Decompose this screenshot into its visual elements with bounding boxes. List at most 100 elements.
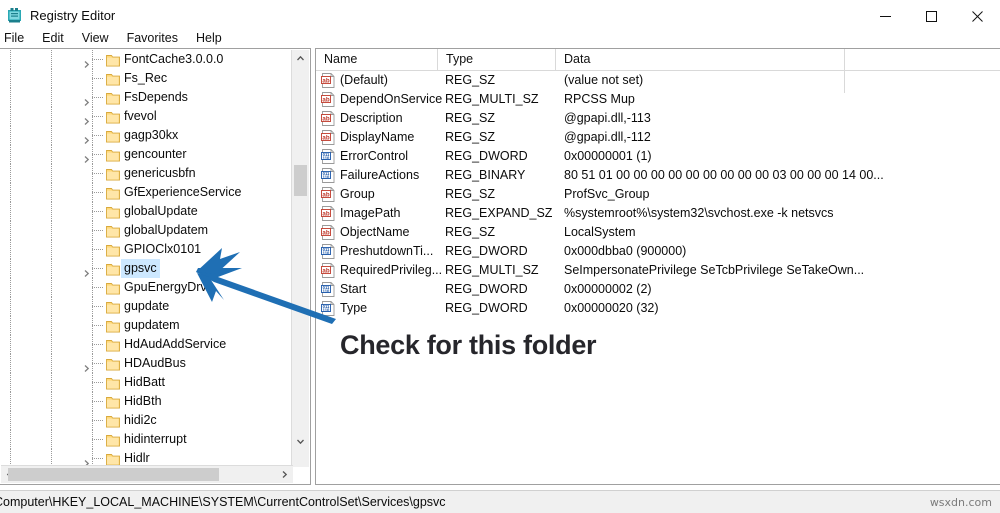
tree-item-label: Fs_Rec <box>124 71 168 85</box>
tree-guide-stub <box>92 249 103 250</box>
table-row[interactable]: 011 110 Type REG_DWORD 0x00000020 (32) <box>316 299 1000 318</box>
tree-item-gpuenergydrv[interactable]: GpuEnergyDrv <box>0 278 294 297</box>
tree-item-globalupdatem[interactable]: globalUpdatem <box>0 221 294 240</box>
tree-item-globalupdate[interactable]: globalUpdate <box>0 202 294 221</box>
tree-guide-stub <box>92 230 103 231</box>
tree-item-fvevol[interactable]: fvevol <box>0 107 294 126</box>
tree-item-label: gpsvc <box>121 259 160 278</box>
folder-icon <box>106 243 120 257</box>
expand-chevron-icon[interactable] <box>82 93 91 106</box>
tree-guide-stub <box>92 306 103 307</box>
column-header-data[interactable]: Data <box>556 49 844 70</box>
value-type: REG_MULTI_SZ <box>445 92 539 106</box>
tree-item-genericusbfn[interactable]: genericusbfn <box>0 164 294 183</box>
table-row[interactable]: ab DisplayName REG_SZ @gpapi.dll,-112 <box>316 128 1000 147</box>
tree-item-gencounter[interactable]: gencounter <box>0 145 294 164</box>
svg-text:ab: ab <box>322 267 329 274</box>
scroll-down-button[interactable] <box>292 433 309 450</box>
tree-item-label: genericusbfn <box>124 166 196 180</box>
tree-guide <box>51 164 52 183</box>
tree-item-gupdatem[interactable]: gupdatem <box>0 316 294 335</box>
table-row[interactable]: ab ImagePath REG_EXPAND_SZ %systemroot%\sys… <box>316 204 1000 223</box>
scroll-up-button[interactable] <box>292 50 309 67</box>
tree-item-gpsvc[interactable]: gpsvc <box>0 259 294 278</box>
menu-view[interactable]: View <box>73 28 118 48</box>
tree-item-gagp30kx[interactable]: gagp30kx <box>0 126 294 145</box>
tree-guide-stub <box>92 287 103 288</box>
table-row[interactable]: 011 110 Start REG_DWORD 0x00000002 (2) <box>316 280 1000 299</box>
tree-guide <box>51 88 52 107</box>
folder-icon <box>106 319 120 333</box>
tree-item-label: GPIOClx0101 <box>124 242 202 256</box>
tree-horizontal-scrollbar[interactable] <box>1 465 293 483</box>
tree-guide-stub <box>92 154 103 155</box>
minimize-icon <box>879 11 891 22</box>
tree-item-gfexperienceservice[interactable]: GfExperienceService <box>0 183 294 202</box>
expand-chevron-icon[interactable] <box>82 454 91 467</box>
binary-value-icon: 011 110 <box>321 282 336 297</box>
tree-guide <box>10 411 11 430</box>
tree-guide <box>10 373 11 392</box>
tree-scrollbar-thumb[interactable] <box>294 165 307 196</box>
registry-values-panel[interactable]: Name Type Data ab (Default) REG_SZ (value n… <box>315 48 1000 485</box>
value-type: REG_DWORD <box>445 244 528 258</box>
value-type: REG_SZ <box>445 111 496 125</box>
tree-item-fsdepends[interactable]: FsDepends <box>0 88 294 107</box>
menu-favorites[interactable]: Favorites <box>118 28 187 48</box>
expand-chevron-icon[interactable] <box>82 359 91 372</box>
expand-chevron-icon[interactable] <box>82 150 91 163</box>
tree-guide-stub <box>92 97 103 98</box>
folder-icon <box>106 376 120 390</box>
tree-item-label: HDAudBus <box>124 356 186 370</box>
tree-item-fs-rec[interactable]: Fs_Rec <box>0 69 294 88</box>
tree-vertical-scrollbar[interactable] <box>291 50 309 467</box>
table-row[interactable]: ab Description REG_SZ @gpapi.dll,-113 <box>316 109 1000 128</box>
tree-item-label: gagp30kx <box>124 128 179 142</box>
tree-guide <box>10 69 11 88</box>
tree-item-hidbth[interactable]: HidBth <box>0 392 294 411</box>
tree-guide <box>10 240 11 259</box>
expand-chevron-icon[interactable] <box>82 264 91 277</box>
tree-guide <box>51 145 52 164</box>
registry-editor-window: Registry Editor File Edit View Favorites… <box>0 0 1000 513</box>
table-row[interactable]: ab (Default) REG_SZ (value not set) <box>316 71 1000 90</box>
table-row[interactable]: ab DependOnService REG_MULTI_SZ RPCSS Mup <box>316 90 1000 109</box>
expand-chevron-icon[interactable] <box>82 131 91 144</box>
expand-chevron-icon[interactable] <box>82 55 91 68</box>
folder-icon <box>106 414 120 428</box>
table-row[interactable]: ab RequiredPrivileg... REG_MULTI_SZ SeImper… <box>316 261 1000 280</box>
tree-item-gupdate[interactable]: gupdate <box>0 297 294 316</box>
status-bar: Computer\HKEY_LOCAL_MACHINE\SYSTEM\Curre… <box>0 490 1000 513</box>
tree-guide <box>10 316 11 335</box>
menu-file[interactable]: File <box>0 28 33 48</box>
svg-text:ab: ab <box>322 229 329 236</box>
registry-tree-panel[interactable]: FontCache3.0.0.0 Fs_Rec FsDepends fvevol gag… <box>0 48 311 485</box>
tree-item-label: FontCache3.0.0.0 <box>124 52 224 66</box>
table-row[interactable]: ab ObjectName REG_SZ LocalSystem <box>316 223 1000 242</box>
value-data: LocalSystem <box>564 225 636 239</box>
column-header-type[interactable]: Type <box>438 49 556 70</box>
table-row[interactable]: 011 110 PreshutdownTi... REG_DWORD 0x000dbba… <box>316 242 1000 261</box>
tree-item-hidbatt[interactable]: HidBatt <box>0 373 294 392</box>
tree-item-fontcache3-0-0-0[interactable]: FontCache3.0.0.0 <box>0 50 294 69</box>
menu-edit[interactable]: Edit <box>33 28 73 48</box>
tree-guide <box>10 202 11 221</box>
table-row[interactable]: 011 110 ErrorControl REG_DWORD 0x00000001 (1… <box>316 147 1000 166</box>
menu-help[interactable]: Help <box>187 28 231 48</box>
table-row[interactable]: ab Group REG_SZ ProfSvc_Group <box>316 185 1000 204</box>
tree-item-hdaudaddservice[interactable]: HdAudAddService <box>0 335 294 354</box>
tree-item-hidi2c[interactable]: hidi2c <box>0 411 294 430</box>
tree-item-hdaudbus[interactable]: HDAudBus <box>0 354 294 373</box>
column-header-name[interactable]: Name <box>316 49 438 70</box>
table-row[interactable]: 011 110 FailureActions REG_BINARY 80 51 01 0… <box>316 166 1000 185</box>
scroll-right-button[interactable] <box>276 466 293 483</box>
tree-guide-stub <box>92 135 103 136</box>
folder-icon <box>106 186 120 200</box>
expand-chevron-icon[interactable] <box>82 112 91 125</box>
tree-guide <box>51 221 52 240</box>
binary-value-icon: 011 110 <box>321 149 336 164</box>
tree-item-hidinterrupt[interactable]: hidinterrupt <box>0 430 294 449</box>
tree-item-gpioclx0101[interactable]: GPIOClx0101 <box>0 240 294 259</box>
value-type: REG_BINARY <box>445 168 526 182</box>
tree-hscrollbar-thumb[interactable] <box>8 468 219 481</box>
